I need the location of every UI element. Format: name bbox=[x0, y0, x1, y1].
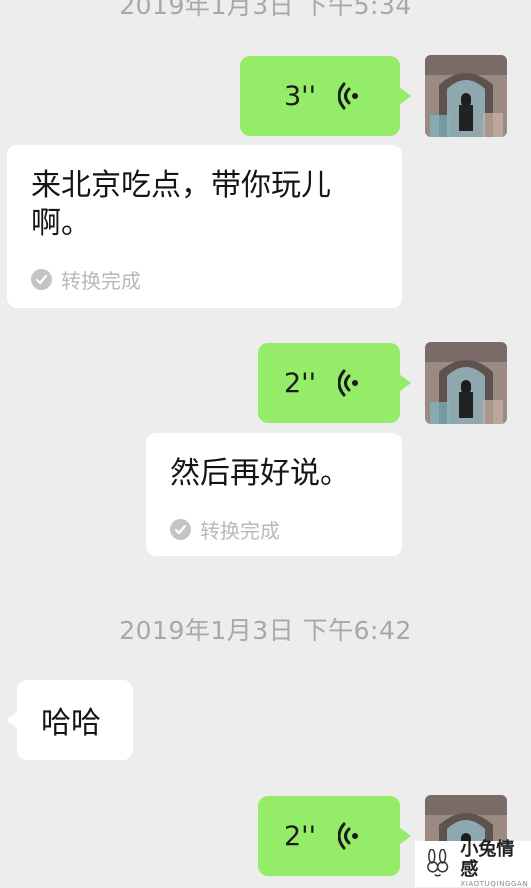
user-avatar[interactable] bbox=[425, 55, 507, 137]
voice-message-bubble[interactable]: 3'' bbox=[240, 56, 411, 136]
rabbit-logo-icon bbox=[427, 849, 449, 877]
transcription-text: 然后再好说。 bbox=[170, 456, 350, 491]
watermark-title: 小兔情感 bbox=[460, 839, 515, 880]
avatar-photo bbox=[425, 55, 507, 137]
voice-message-bubble[interactable]: 2'' bbox=[258, 796, 411, 876]
voice-duration: 2'' bbox=[283, 367, 316, 399]
voice-wave-icon bbox=[338, 369, 358, 397]
voice-message-bubble[interactable]: 2'' bbox=[258, 343, 411, 423]
transcription-card[interactable]: 来北京吃点，带你玩儿啊。 转换完成 bbox=[7, 145, 402, 308]
transcription-status: 转换完成 bbox=[31, 265, 141, 294]
text-message-bubble[interactable]: 哈哈 bbox=[6, 680, 133, 760]
transcription-status: 转换完成 bbox=[170, 515, 280, 544]
transcription-card[interactable]: 然后再好说。 转换完成 bbox=[146, 433, 402, 556]
voice-duration: 2'' bbox=[283, 820, 316, 852]
message-text: 哈哈 bbox=[41, 706, 101, 741]
transcription-text: 来北京吃点，带你玩儿啊。 bbox=[31, 168, 331, 241]
user-avatar[interactable] bbox=[425, 342, 507, 424]
timestamp: 2019年1月3日 下午5:34 bbox=[119, 0, 412, 20]
check-circle-icon bbox=[170, 519, 191, 540]
avatar-photo bbox=[425, 342, 507, 424]
voice-duration: 3'' bbox=[283, 80, 316, 112]
watermark: 小兔情感 XIAOTUQINGGAN bbox=[415, 839, 531, 888]
timestamp: 2019年1月3日 下午6:42 bbox=[119, 616, 412, 645]
voice-wave-icon bbox=[338, 822, 358, 850]
voice-wave-icon bbox=[338, 82, 358, 110]
status-label: 转换完成 bbox=[200, 519, 280, 543]
status-label: 转换完成 bbox=[61, 269, 141, 293]
check-circle-icon bbox=[31, 269, 52, 290]
